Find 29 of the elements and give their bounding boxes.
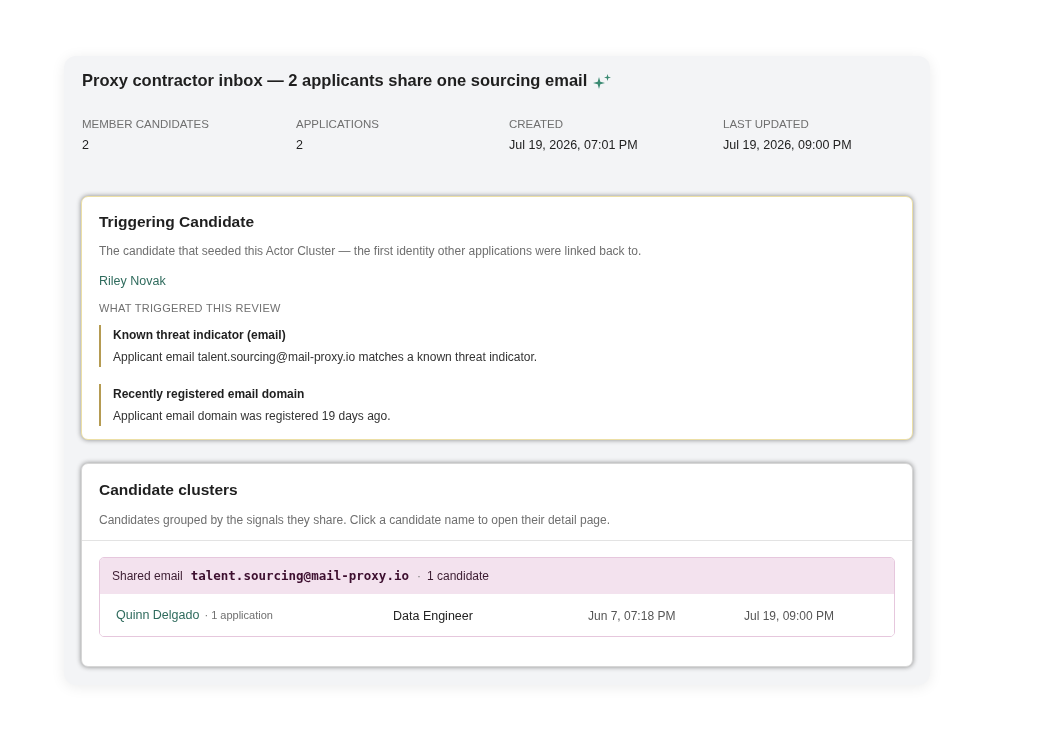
stat-value: Jul 19, 2026, 07:01 PM (509, 137, 639, 153)
stat-label: APPLICATIONS (296, 117, 380, 132)
application-count: · 1 application (204, 607, 273, 623)
card-title: Triggering Candidate (99, 212, 254, 232)
page-title: Proxy contractor inbox — 2 applicants share one sourcing email (82, 70, 588, 90)
signal-label: Shared email (112, 568, 183, 585)
section-label: WHAT TRIGGERED THIS REVIEW (99, 301, 281, 316)
trigger-title: Recently registered email domain (113, 386, 305, 403)
stat-value: Jul 19, 2026, 09:00 PM (723, 137, 853, 153)
date-text: Jun 7, 07:18 PM (588, 609, 676, 623)
sparkle-icon (593, 74, 613, 90)
stat-label: CREATED (509, 117, 565, 132)
stat-value: 2 (296, 137, 304, 153)
card-description: The candidate that seeded this Actor Cluster — the first identity other applications were linked back to. (99, 243, 642, 260)
stat-value: 2 (82, 137, 90, 153)
trigger-detail: Applicant email talent.sourcing@mail-proxy.io matches a known threat indicator. (113, 349, 538, 366)
candidate-link[interactable]: Quinn Delgado (116, 605, 200, 625)
trigger-detail: Applicant email domain was registered 19 days ago. (113, 408, 391, 425)
trigger-title: Known threat indicator (email) (113, 327, 286, 344)
separator-dot: · (416, 568, 421, 585)
stat-label: LAST UPDATED (723, 117, 810, 132)
job-title: Data Engineer (393, 609, 473, 623)
candidate-count: 1 candidate (426, 568, 490, 585)
card-title: Candidate clusters (99, 480, 238, 500)
date-text: Jul 19, 09:00 PM (744, 609, 835, 623)
stat-label: MEMBER CANDIDATES (82, 117, 210, 132)
card-description: Candidates grouped by the signals they share. Click a candidate name to open their detail page. (99, 512, 610, 529)
email-address: talent.sourcing@mail-proxy.io (190, 566, 409, 585)
candidate-link[interactable]: Riley Novak (99, 272, 166, 290)
